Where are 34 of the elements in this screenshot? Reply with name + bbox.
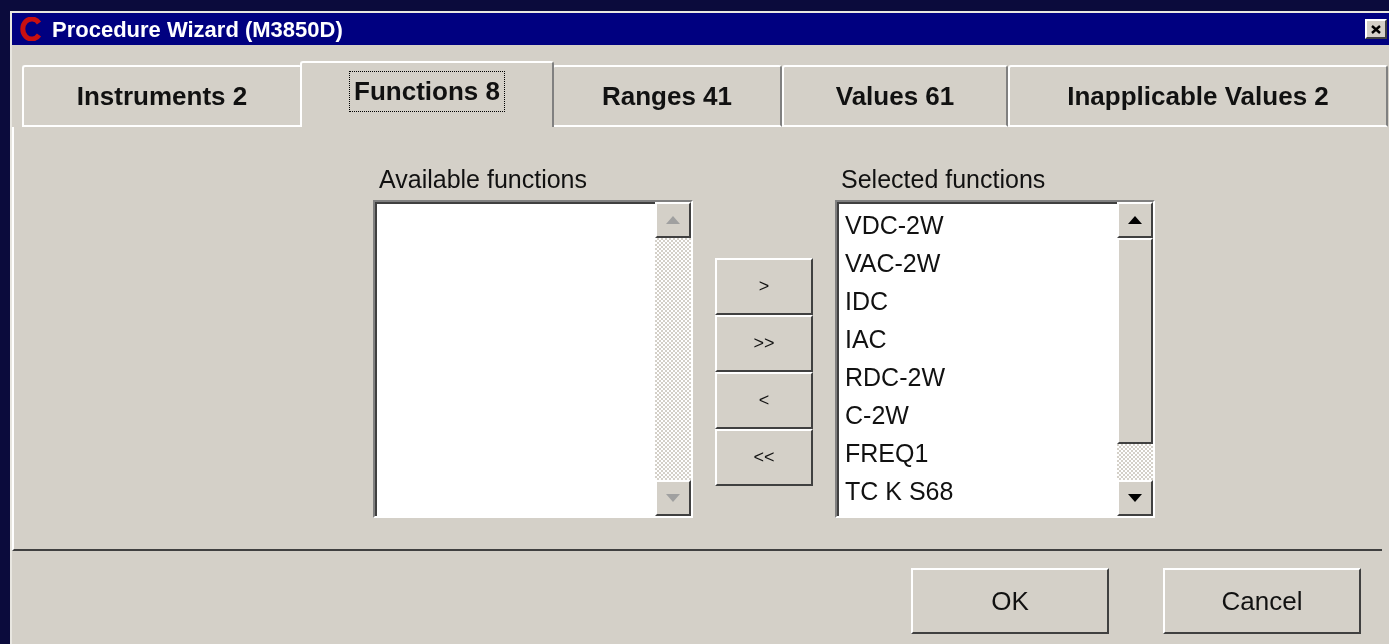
scroll-down-button[interactable] [1117,480,1153,516]
move-button[interactable]: > [715,258,813,315]
tab[interactable]: Values 61 [782,65,1008,127]
move-button[interactable]: << [715,429,813,486]
app-logo-icon [20,17,42,41]
window-title: Procedure Wizard (M3850D) [52,15,344,44]
move-button[interactable]: < [715,372,813,429]
selected-list[interactable]: VDC-2W VAC-2W IDC IAC RDC-2W C-2W FREQ1 TC K S68 [835,200,1155,518]
list-item[interactable]: FREQ1 [845,435,1117,473]
move-button[interactable]: >> [715,315,813,372]
tab[interactable]: Inapplicable Values 2 [1008,65,1388,127]
close-button[interactable] [1365,19,1387,39]
dialog-button[interactable]: Cancel [1163,568,1361,634]
list-item[interactable]: RDC-2W [845,359,1117,397]
list-item[interactable]: VAC-2W [845,245,1117,283]
scrollbar[interactable] [1117,202,1153,516]
scroll-thumb[interactable] [1117,238,1153,444]
list-label: Selected functions [840,165,1047,194]
list-item[interactable]: TC K S68 [845,473,1117,511]
up-arrow-icon [1128,216,1142,224]
down-arrow-icon [1128,494,1142,502]
dialog-button[interactable]: OK [911,568,1109,634]
up-arrow-icon [666,216,680,224]
scroll-up-button[interactable] [1117,202,1153,238]
list-item[interactable]: C-2W [845,397,1117,435]
tab[interactable]: Instruments 2 [22,65,302,127]
tab[interactable]: Functions 8 [300,61,554,127]
down-arrow-icon [666,494,680,502]
list-item[interactable]: VDC-2W [845,207,1117,245]
close-icon [1371,24,1381,34]
list-item[interactable]: IAC [845,321,1117,359]
tab[interactable]: Ranges 41 [552,65,782,127]
list-label: Available functions [378,165,588,194]
list-item[interactable]: IDC [845,283,1117,321]
